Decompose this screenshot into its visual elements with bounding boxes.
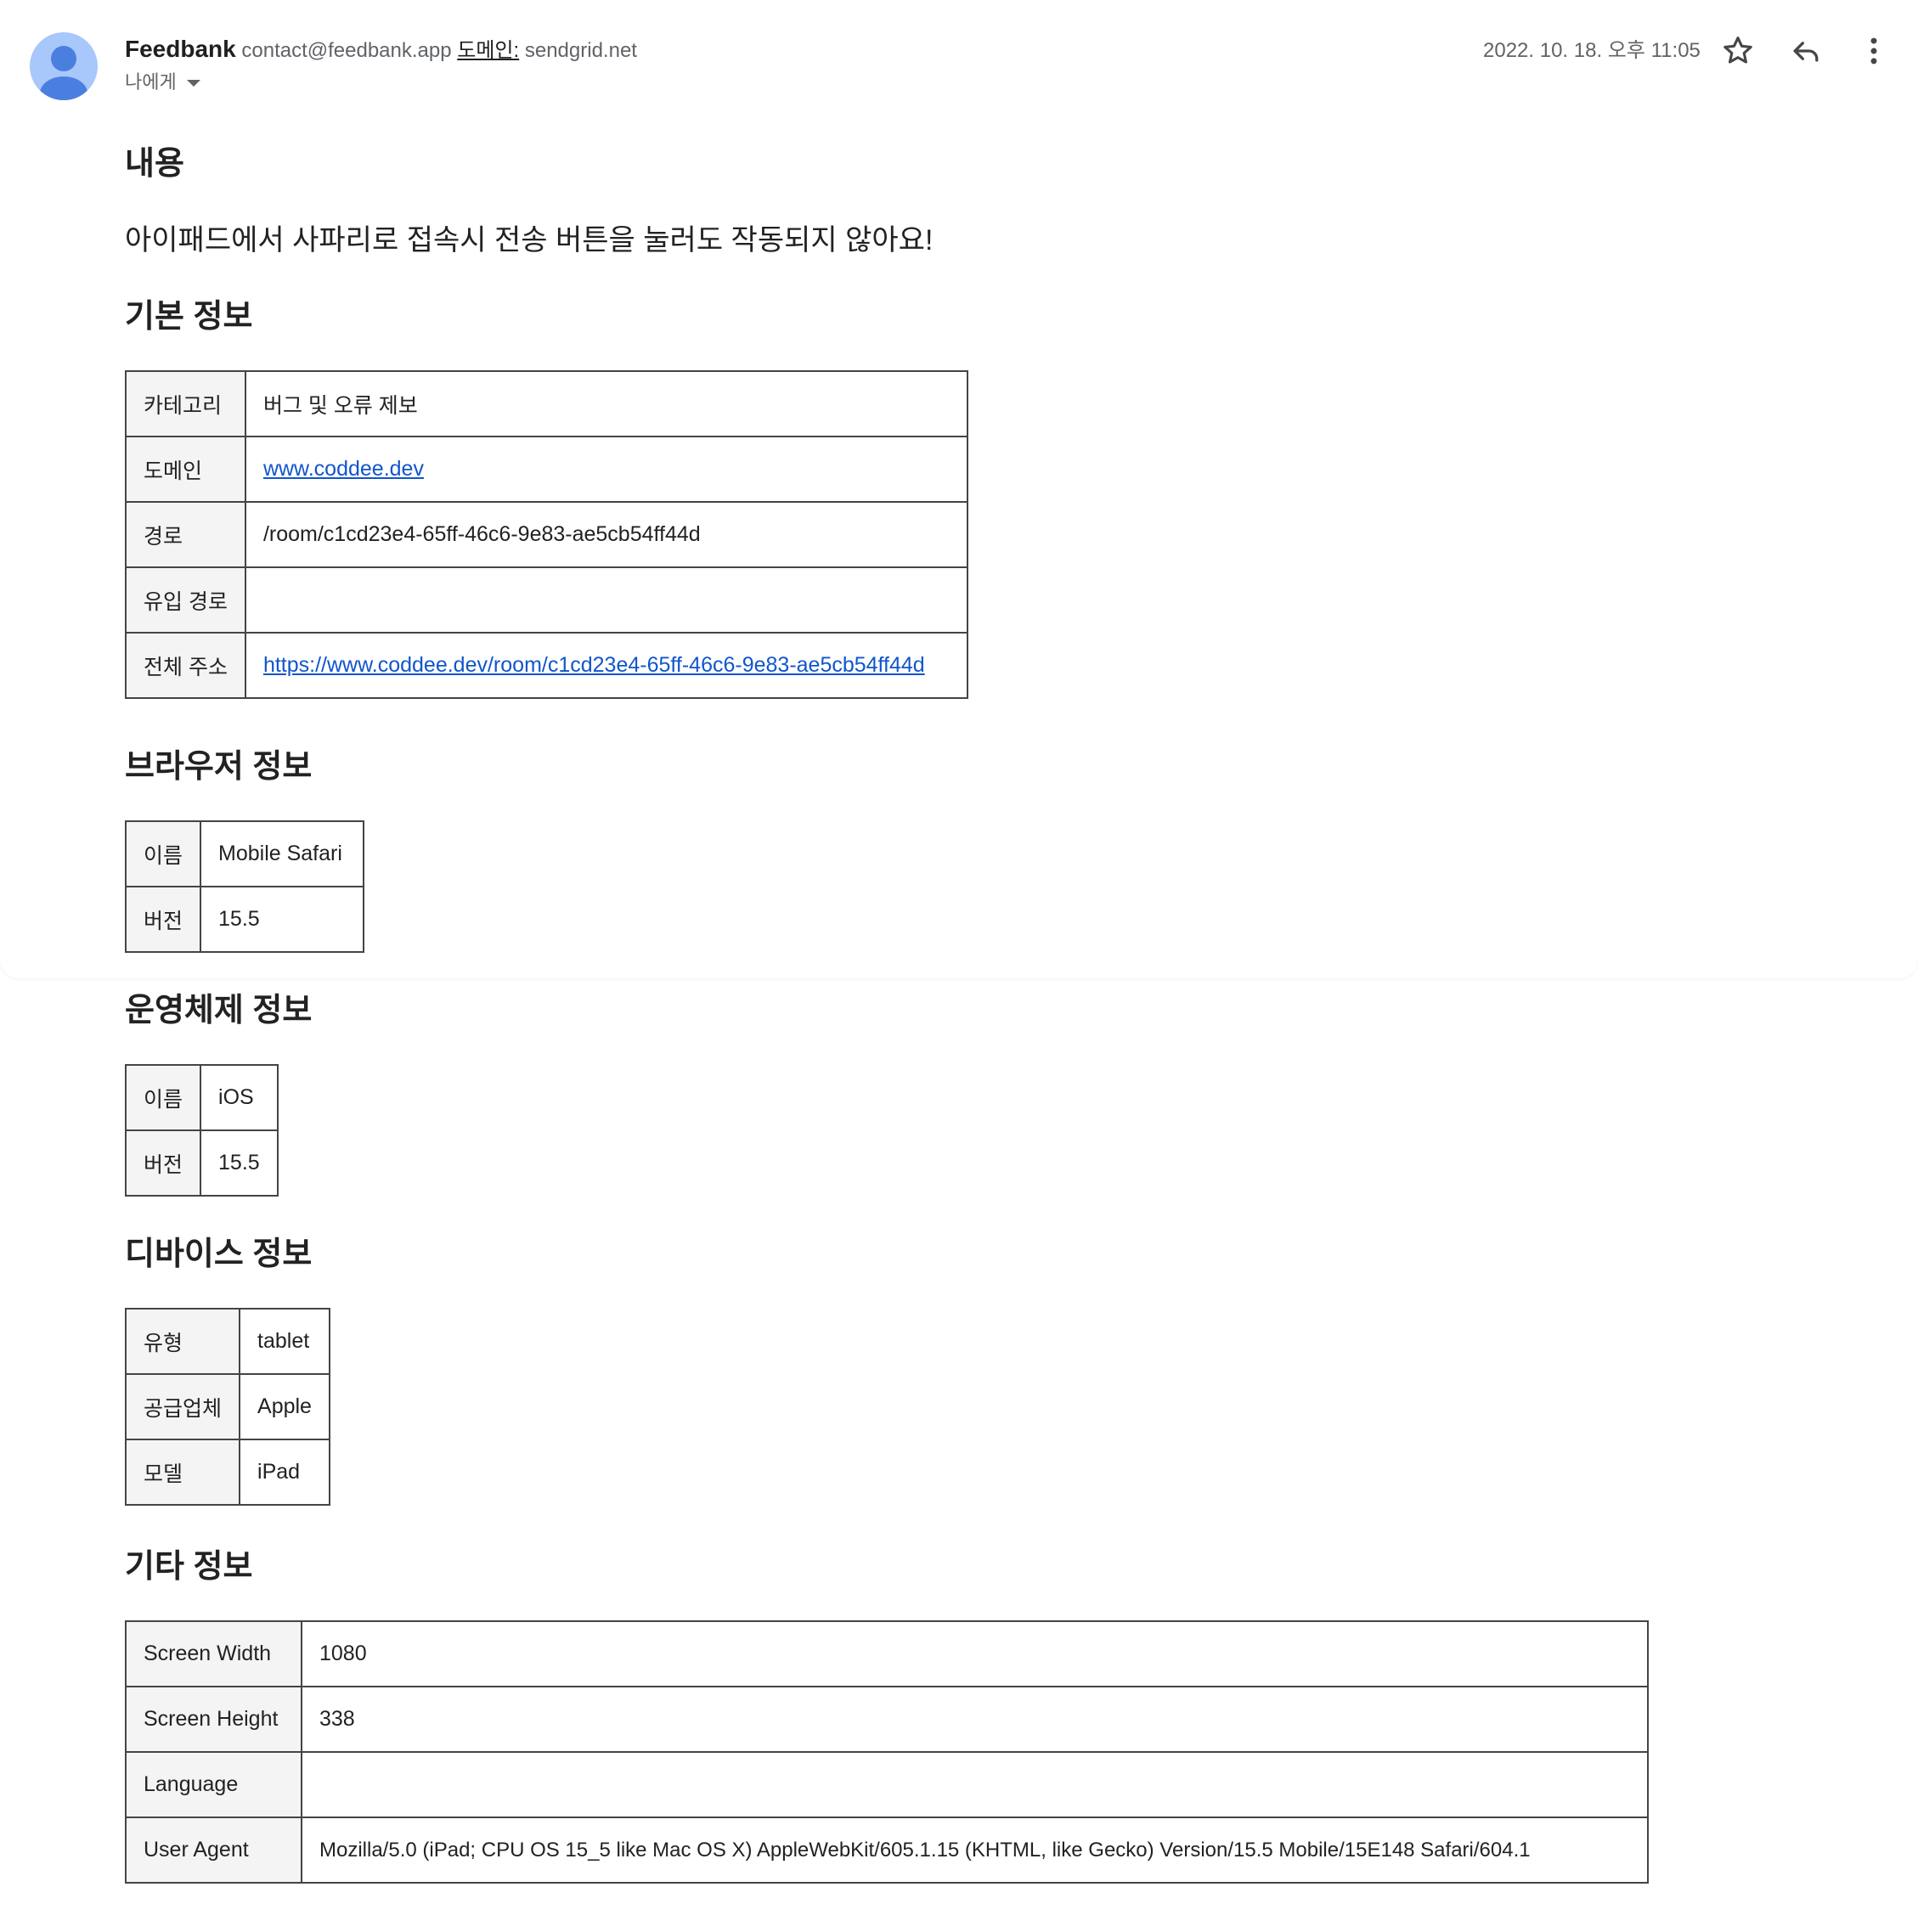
content-heading: 내용 (125, 146, 184, 182)
os-info-heading: 운영체제 정보 (125, 993, 313, 1028)
table-value (244, 566, 969, 634)
table-key: 유입 경로 (125, 566, 246, 634)
domain-label[interactable]: 도메인: (457, 39, 519, 62)
basic-info-table: 카테고리 버그 및 오류 제보 도메인 www.coddee.dev 경로 /r… (125, 370, 969, 699)
table-row: 전체 주소 https://www.coddee.dev/room/c1cd23… (125, 632, 969, 699)
table-value: 1080 (301, 1620, 1649, 1687)
table-value: iPad (239, 1439, 330, 1506)
avatar-head (51, 46, 76, 71)
reply-button[interactable] (1787, 32, 1825, 70)
table-value: 15.5 (200, 886, 364, 953)
table-value: www.coddee.dev (244, 436, 969, 503)
table-value: 15.5 (200, 1129, 279, 1197)
table-value: iOS (200, 1064, 279, 1131)
table-key: 공급업체 (124, 1373, 241, 1440)
table-value: https://www.coddee.dev/room/c1cd23e4-65f… (244, 632, 969, 699)
table-row: 이름 Mobile Safari (124, 820, 364, 887)
avatar-body (40, 76, 87, 100)
browser-info-table: 이름 Mobile Safari 버전 15.5 (124, 820, 364, 953)
device-info-heading: 디바이스 정보 (125, 1236, 313, 1272)
table-key: Screen Width (125, 1620, 302, 1687)
table-value: Mozilla/5.0 (iPad; CPU OS 15_5 like Mac … (301, 1817, 1649, 1884)
table-key: Screen Height (125, 1686, 302, 1753)
star-button[interactable] (1719, 32, 1757, 70)
table-row: 버전 15.5 (124, 886, 364, 953)
more-vert-icon (1870, 37, 1877, 65)
device-info-table: 유형 tablet 공급업체 Apple 모델 iPad (124, 1308, 330, 1506)
domain-value: sendgrid.net (524, 39, 637, 62)
table-key: 전체 주소 (125, 632, 246, 699)
star-icon (1723, 37, 1752, 64)
table-key: 이름 (124, 820, 202, 887)
sender-avatar[interactable] (30, 32, 98, 100)
basic-info-heading: 기본 정보 (125, 299, 253, 335)
table-value (301, 1751, 1649, 1818)
table-row: User Agent Mozilla/5.0 (iPad; CPU OS 15_… (125, 1817, 1649, 1884)
table-key: 카테고리 (125, 370, 246, 437)
table-key: 유형 (124, 1308, 241, 1375)
table-row: Language (125, 1751, 1649, 1818)
feedback-message: 아이패드에서 사파리로 접속시 전송 버튼을 눌러도 작동되지 않아요! (125, 224, 934, 256)
table-value: /room/c1cd23e4-65ff-46c6-9e83-ae5cb54ff4… (244, 501, 969, 568)
table-row: Screen Width 1080 (125, 1620, 1649, 1687)
table-key: 버전 (124, 1129, 202, 1197)
table-value: Mobile Safari (200, 820, 364, 887)
table-row: Screen Height 338 (125, 1686, 1649, 1753)
message-date: 2022. 10. 18. 오후 11:05 (1483, 39, 1701, 62)
more-options-button[interactable] (1855, 32, 1893, 70)
table-key: 경로 (125, 501, 246, 568)
table-row: 도메인 www.coddee.dev (125, 436, 969, 503)
table-row: 유형 tablet (124, 1308, 330, 1375)
domain-link[interactable]: www.coddee.dev (263, 457, 424, 481)
table-key: Language (125, 1751, 302, 1818)
table-row: 버전 15.5 (124, 1129, 279, 1197)
sender-name[interactable]: Feedbank (125, 36, 236, 62)
table-row: 모델 iPad (124, 1439, 330, 1506)
os-info-table: 이름 iOS 버전 15.5 (124, 1064, 279, 1197)
table-key: 모델 (124, 1439, 241, 1506)
browser-info-heading: 브라우저 정보 (125, 749, 313, 785)
table-row: 공급업체 Apple (124, 1373, 330, 1440)
table-value: tablet (239, 1308, 330, 1375)
other-info-table: Screen Width 1080 Screen Height 338 Lang… (125, 1620, 1649, 1884)
sender-line: Feedbank contact@feedbank.app 도메인: sendg… (125, 32, 637, 68)
table-row: 경로 /room/c1cd23e4-65ff-46c6-9e83-ae5cb54… (125, 501, 969, 568)
table-value: Apple (239, 1373, 330, 1440)
table-row: 유입 경로 (125, 566, 969, 634)
table-value: 338 (301, 1686, 1649, 1753)
recipient-label: 나에게 (125, 71, 177, 93)
table-key: User Agent (125, 1817, 302, 1884)
table-key: 도메인 (125, 436, 246, 503)
chevron-down-icon[interactable] (186, 80, 200, 87)
table-row: 카테고리 버그 및 오류 제보 (125, 370, 969, 437)
table-key: 이름 (124, 1064, 202, 1131)
full-url-link[interactable]: https://www.coddee.dev/room/c1cd23e4-65f… (263, 653, 925, 677)
other-info-heading: 기타 정보 (125, 1549, 253, 1585)
table-value: 버그 및 오류 제보 (244, 370, 969, 437)
table-row: 이름 iOS (124, 1064, 279, 1131)
sender-email: contact@feedbank.app (241, 39, 452, 62)
recipient-toggle[interactable]: 나에게 (125, 70, 200, 95)
email-view: Feedbank contact@feedbank.app 도메인: sendg… (0, 0, 1918, 1932)
reply-icon (1793, 42, 1819, 62)
table-key: 버전 (124, 886, 202, 953)
